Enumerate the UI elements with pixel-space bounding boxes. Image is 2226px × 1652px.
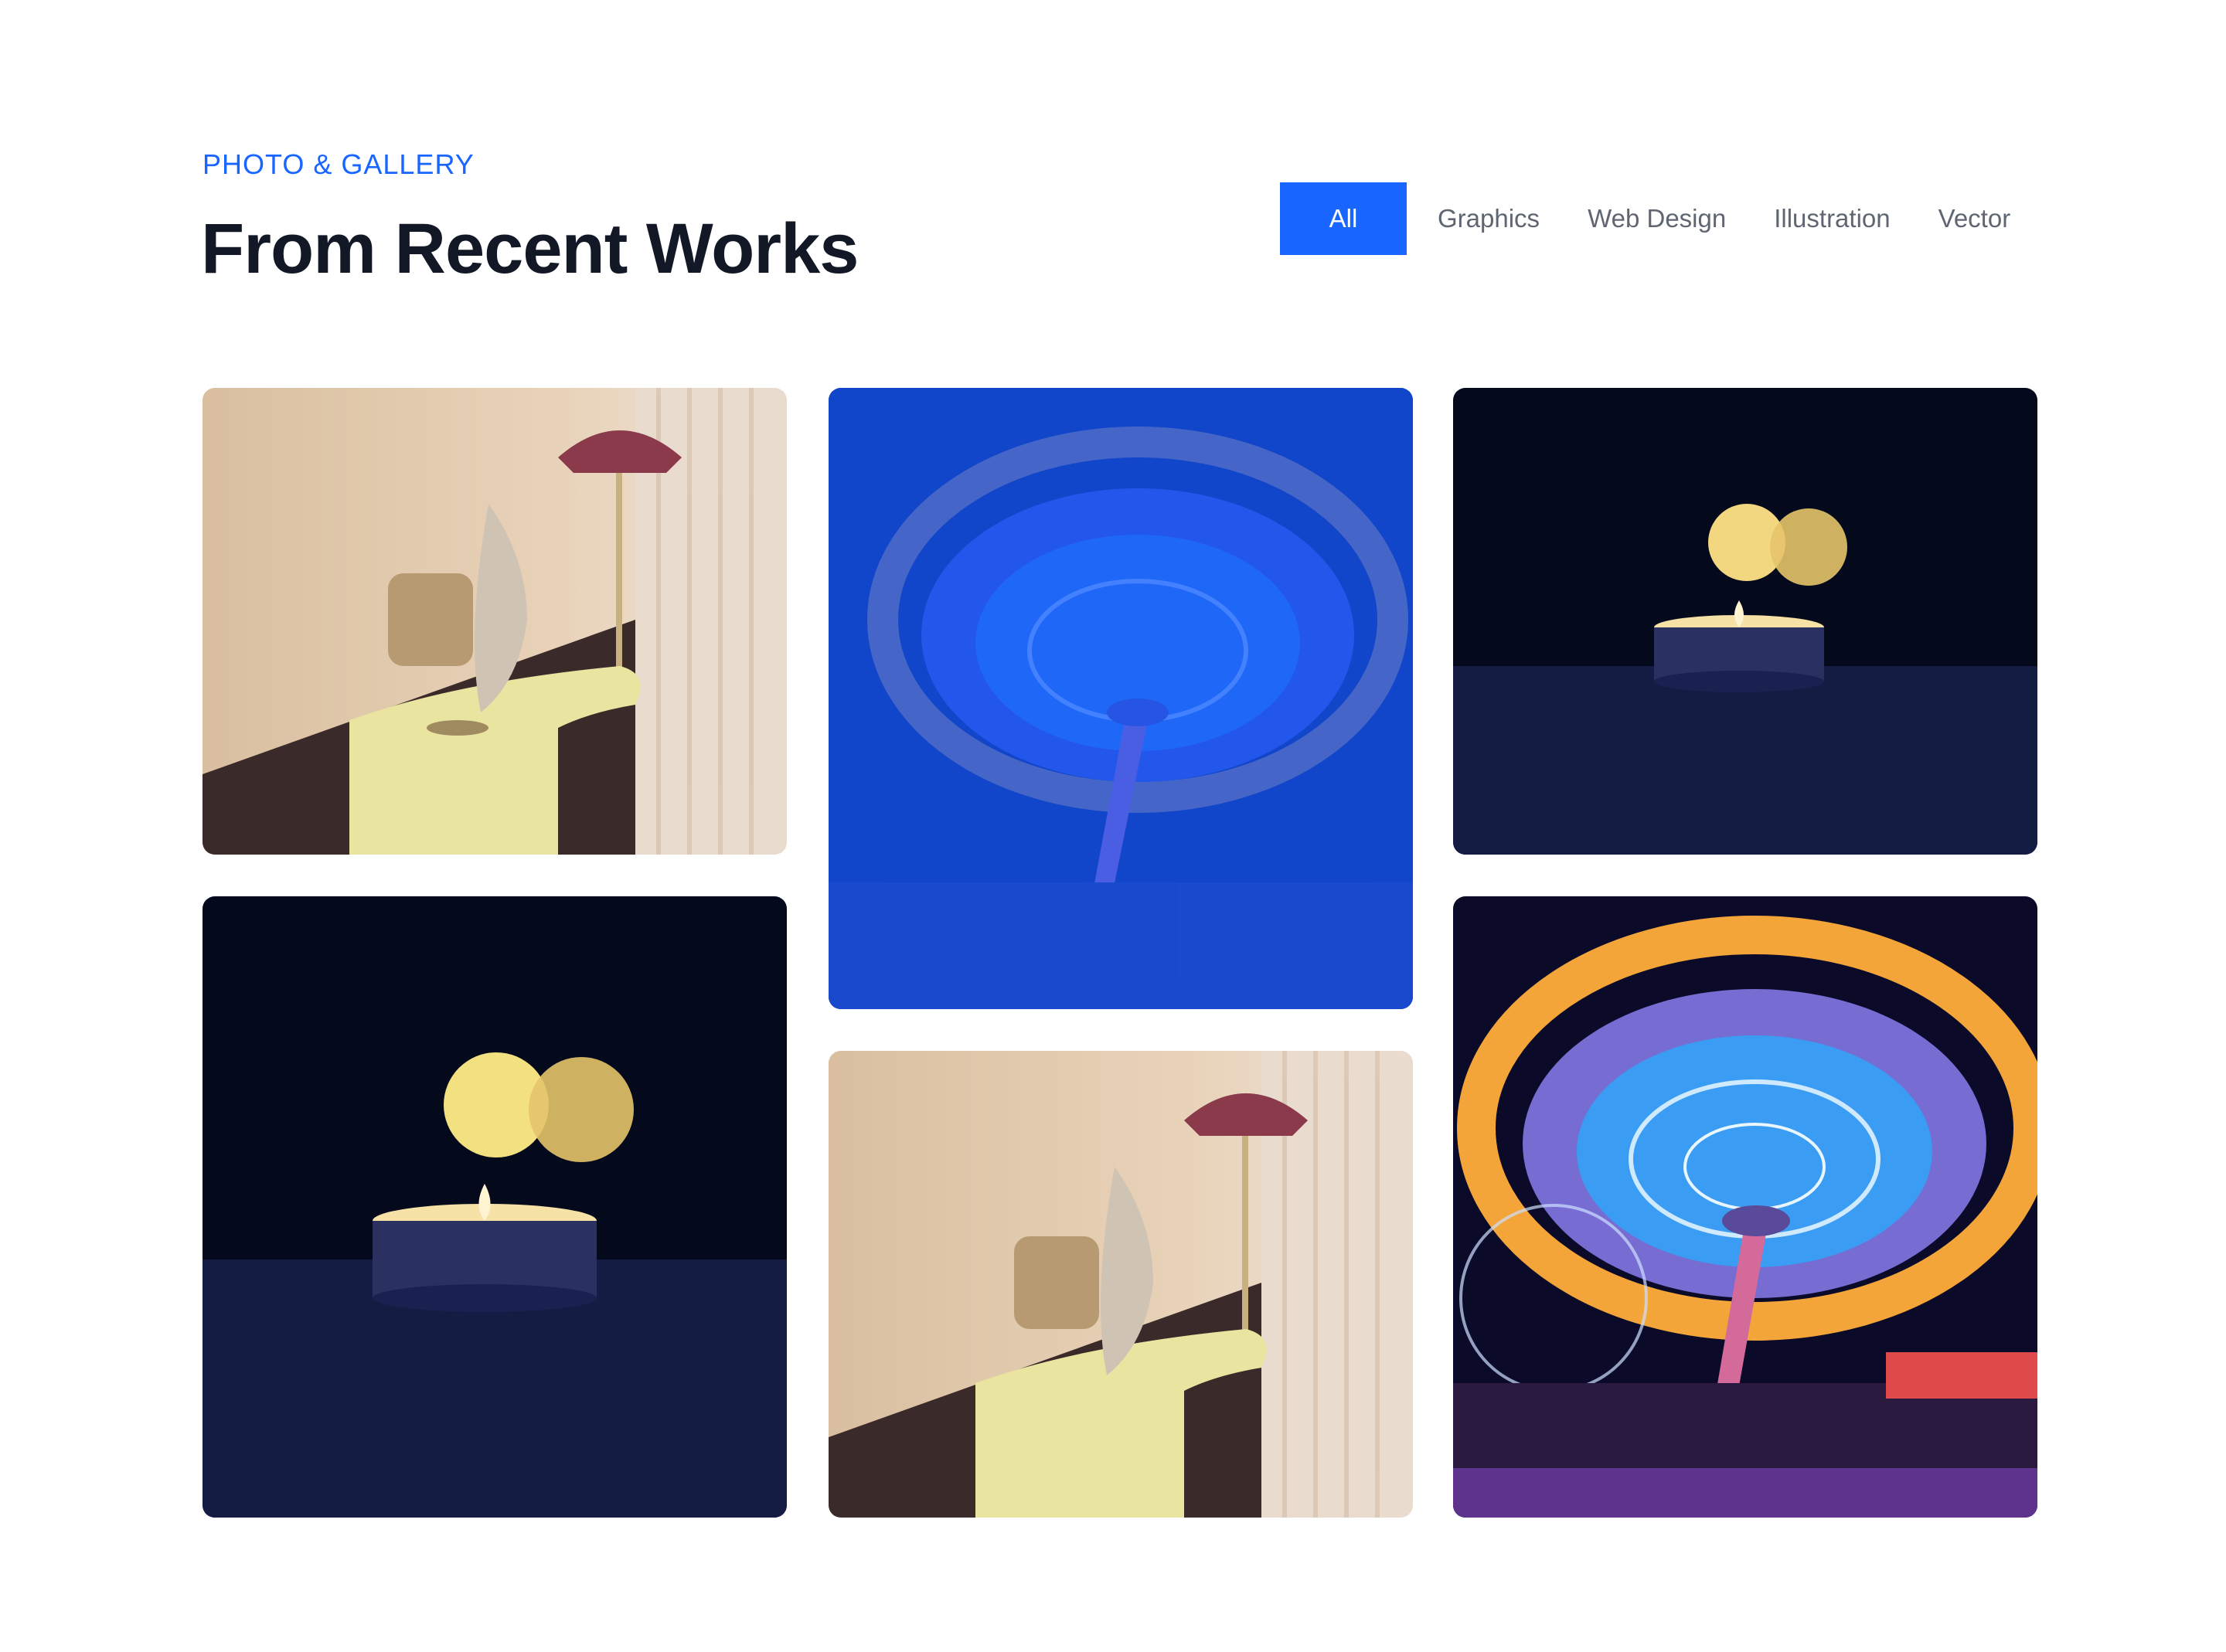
candle-photo [1453, 388, 2037, 855]
section-title: From Recent Works [201, 209, 859, 288]
gallery-item-carousel-hovered[interactable] [829, 388, 1413, 1009]
gallery-item-candle-tall[interactable] [203, 896, 787, 1518]
candle-photo [203, 896, 787, 1518]
filter-graphics[interactable]: Graphics [1438, 182, 1540, 255]
section-eyebrow: PHOTO & GALLERY [203, 148, 475, 180]
lamp-table-photo [829, 1051, 1413, 1518]
gallery-item-carousel[interactable] [1453, 896, 2037, 1518]
gallery-item-candle[interactable] [1453, 388, 2037, 855]
filter-all[interactable]: All [1280, 182, 1407, 255]
gallery-item-lamp-table[interactable] [203, 388, 787, 855]
lamp-table-photo [203, 388, 787, 855]
filter-web-design[interactable]: Web Design [1588, 182, 1726, 255]
gallery-item-lamp-table-2[interactable] [829, 1051, 1413, 1518]
filter-illustration[interactable]: Illustration [1774, 182, 1890, 255]
carousel-photo [1453, 896, 2037, 1518]
hover-overlay [829, 388, 1413, 1009]
filter-tabs: All Graphics Web Design Illustration Vec… [1280, 182, 2010, 255]
filter-vector[interactable]: Vector [1938, 182, 2011, 255]
